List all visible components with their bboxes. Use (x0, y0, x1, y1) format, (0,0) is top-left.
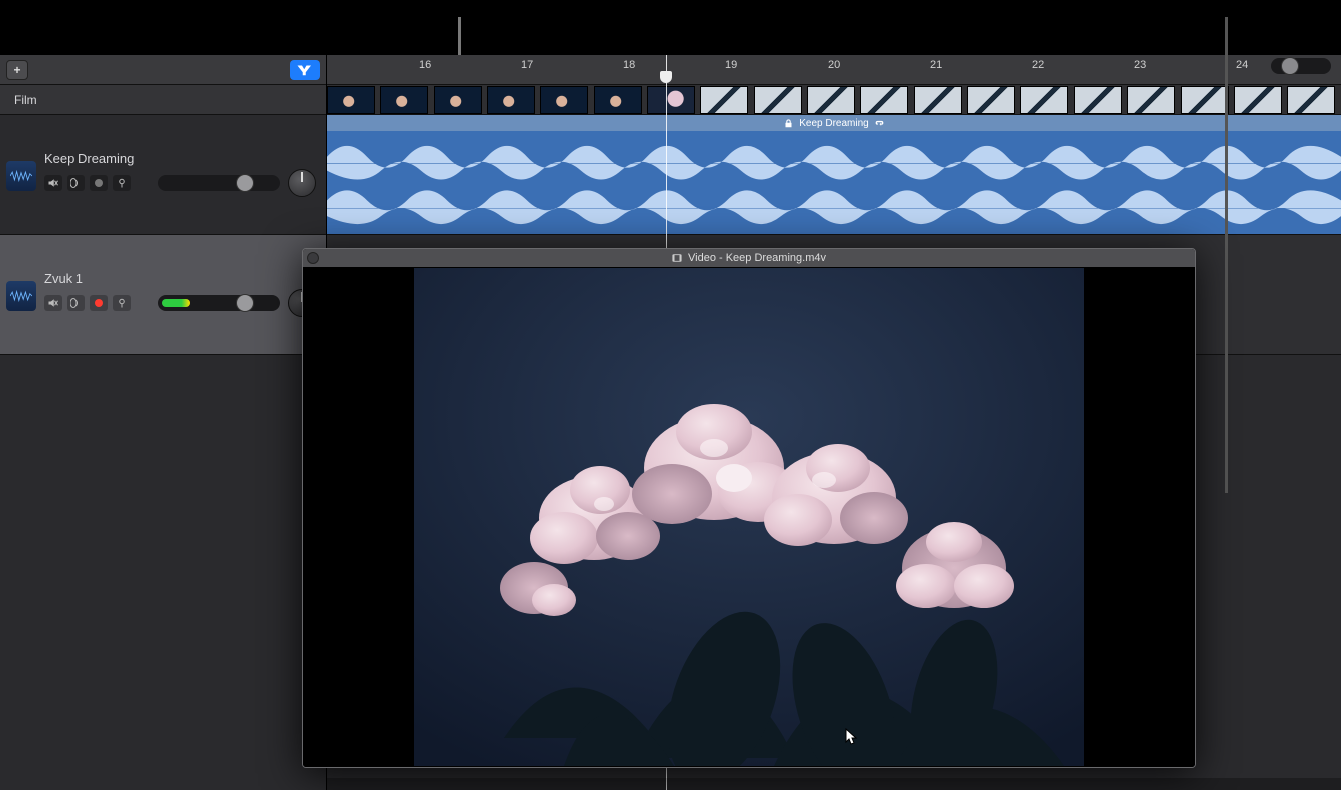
video-track-label: Film (14, 93, 37, 107)
video-window-title: Video - Keep Dreaming.m4v (688, 252, 826, 264)
video-thumbnail (1074, 86, 1122, 114)
mute-button[interactable] (44, 295, 62, 311)
video-thumbnail (754, 86, 802, 114)
ruler-tick: 17 (521, 59, 533, 71)
ruler-tick: 23 (1134, 59, 1146, 71)
cycle-end-marker[interactable] (1225, 17, 1228, 493)
slider-thumb[interactable] (236, 174, 254, 192)
track-controls (44, 295, 131, 311)
ruler-tick: 19 (725, 59, 737, 71)
video-thumbnail (914, 86, 962, 114)
video-thumbnail (380, 86, 428, 114)
video-thumbnail (1020, 86, 1068, 114)
video-thumbnail (967, 86, 1015, 114)
zoom-thumb[interactable] (1281, 57, 1299, 75)
video-thumbnail (1287, 86, 1335, 114)
level-meter (162, 299, 190, 307)
horizontal-scrollbar[interactable] (327, 778, 1341, 790)
video-thumbnail (1234, 86, 1282, 114)
video-thumbnail-lane[interactable] (327, 85, 1341, 115)
ruler-tick: 22 (1032, 59, 1044, 71)
region-header[interactable]: Keep Dreaming (327, 115, 1341, 131)
audio-track-icon (6, 281, 36, 311)
input-monitor-button[interactable] (113, 295, 131, 311)
video-thumbnail (1127, 86, 1175, 114)
record-enable-button[interactable] (90, 295, 108, 311)
audio-track-icon (6, 161, 36, 191)
video-thumbnail (540, 86, 588, 114)
video-track-header[interactable]: Film (0, 85, 326, 115)
solo-button[interactable] (67, 175, 85, 191)
track-header-panel: + Film Keep Dreaming (0, 55, 327, 790)
audio-lane[interactable]: Keep Dreaming (327, 115, 1341, 235)
add-track-button[interactable]: + (6, 60, 28, 80)
volume-slider[interactable] (158, 175, 280, 191)
film-strip-icon (672, 253, 682, 263)
video-window-titlebar[interactable]: Video - Keep Dreaming.m4v (303, 249, 1195, 267)
ruler-tick: 16 (419, 59, 431, 71)
ruler-tick: 24 (1236, 59, 1248, 71)
track-controls (44, 175, 131, 191)
slider-thumb[interactable] (236, 294, 254, 312)
filter-icon (296, 64, 314, 76)
track-toolbar: + (0, 55, 326, 85)
cycle-region-strip (0, 0, 1341, 55)
ruler-tick: 18 (623, 59, 635, 71)
region-title: Keep Dreaming (799, 118, 868, 129)
solo-button[interactable] (67, 295, 85, 311)
track-name[interactable]: Keep Dreaming (44, 151, 134, 166)
video-preview-window[interactable]: Video - Keep Dreaming.m4v (302, 248, 1196, 768)
cycle-start-marker[interactable] (458, 17, 461, 55)
mute-button[interactable] (44, 175, 62, 191)
video-thumbnail (860, 86, 908, 114)
audio-region[interactable]: Keep Dreaming (327, 115, 1341, 234)
video-thumbnail (594, 86, 642, 114)
horizontal-zoom-slider[interactable] (1271, 58, 1331, 74)
video-thumbnail (700, 86, 748, 114)
video-thumbnail (1181, 86, 1229, 114)
track-header[interactable]: Zvuk 1 (0, 235, 326, 355)
pan-knob[interactable] (288, 169, 316, 197)
video-thumbnail (434, 86, 482, 114)
input-monitor-button[interactable] (113, 175, 131, 191)
video-thumbnail (487, 86, 535, 114)
bar-ruler[interactable]: 16 17 18 19 20 21 22 23 24 (327, 55, 1341, 85)
record-enable-button[interactable] (90, 175, 108, 191)
video-thumbnail (647, 86, 695, 114)
loop-icon (875, 119, 884, 128)
lock-icon (784, 119, 793, 128)
video-thumbnail (327, 86, 375, 114)
ruler-tick: 21 (930, 59, 942, 71)
track-name[interactable]: Zvuk 1 (44, 271, 83, 286)
close-button[interactable] (307, 252, 319, 264)
waveform (327, 131, 1341, 234)
video-thumbnail (807, 86, 855, 114)
volume-slider[interactable] (158, 295, 280, 311)
daw-workspace: 16 17 18 19 20 21 22 23 24 + Film Keep D… (0, 0, 1341, 790)
playhead-shadow (666, 778, 667, 790)
ruler-tick: 20 (828, 59, 840, 71)
track-filter-button[interactable] (290, 60, 320, 80)
video-frame (303, 267, 1195, 767)
track-header[interactable]: Keep Dreaming (0, 115, 326, 235)
